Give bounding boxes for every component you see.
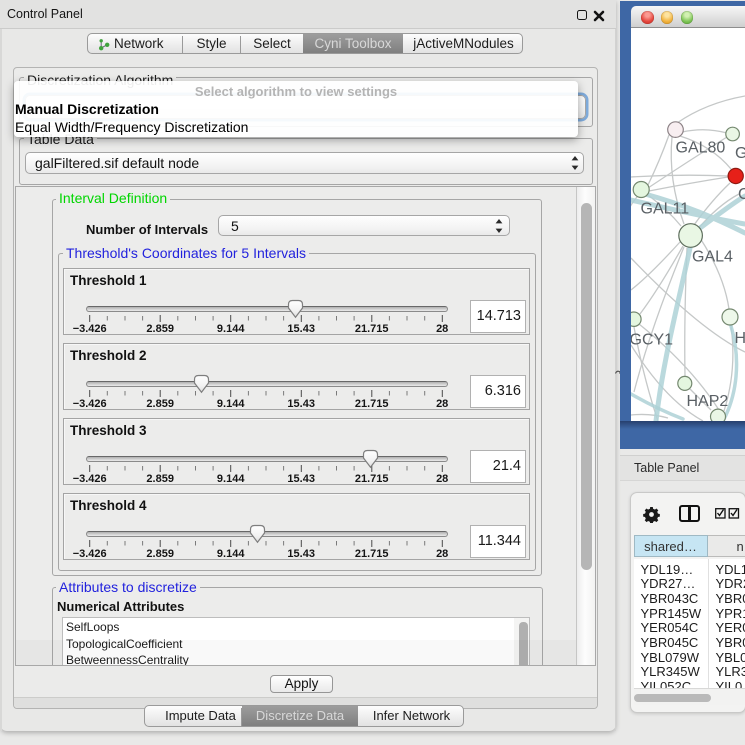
svg-text:GCY1: GCY1 — [631, 332, 673, 349]
svg-text:H: H — [735, 330, 745, 347]
svg-text:GAL80: GAL80 — [676, 140, 726, 157]
svg-text:GA: GA — [735, 145, 745, 162]
svg-text:GAL11: GAL11 — [641, 201, 690, 218]
svg-text:HAP2: HAP2 — [687, 393, 729, 410]
svg-text:C: C — [738, 186, 745, 203]
svg-text:GAL4: GAL4 — [692, 249, 733, 266]
